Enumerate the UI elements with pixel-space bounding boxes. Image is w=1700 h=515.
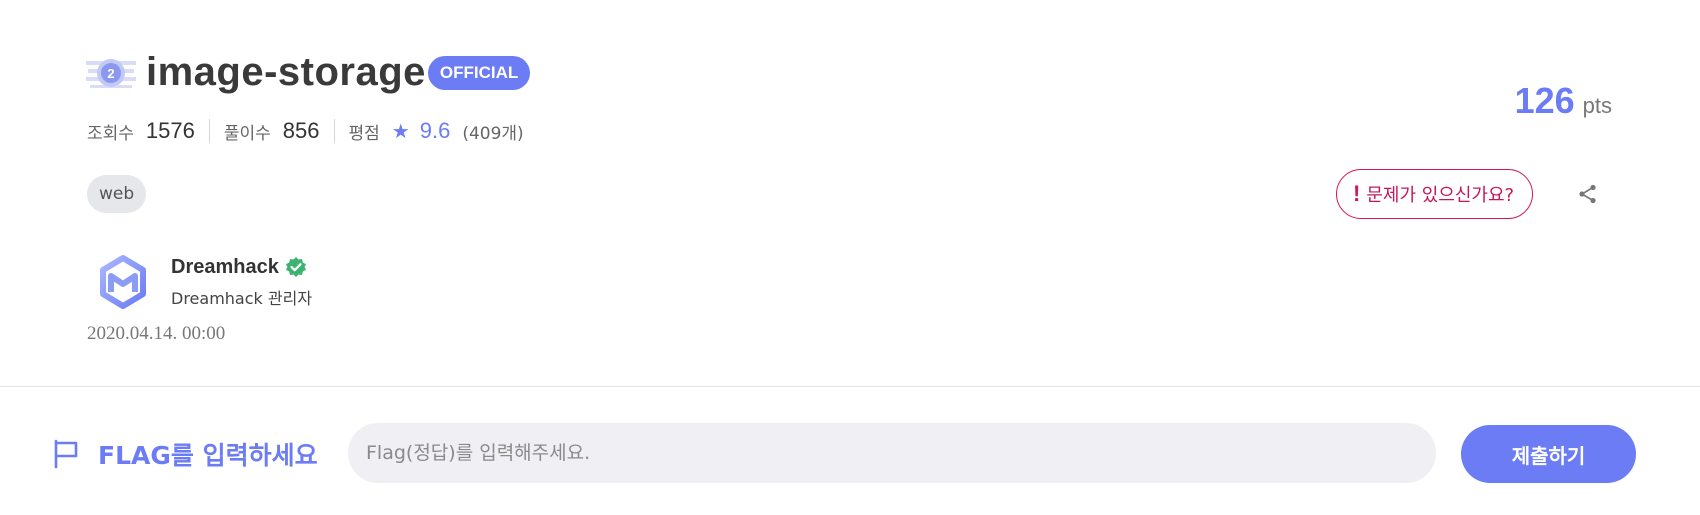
points-display: 126 pts: [1515, 80, 1612, 122]
flag-form-label: FLAG를 입력하세요: [52, 436, 318, 472]
challenge-page: 2 image-storage OFFICIAL 조회수 1576 풀이수 85…: [0, 0, 1700, 515]
challenge-title: image-storage: [146, 50, 426, 94]
rating-label: 평점: [348, 123, 380, 144]
submit-flag-button[interactable]: 제출하기: [1461, 425, 1636, 483]
author-name[interactable]: Dreamhack: [171, 256, 279, 279]
challenge-stats: 조회수 1576 풀이수 856 평점 ★ 9.6 (409개): [87, 116, 524, 146]
flag-input[interactable]: [348, 423, 1436, 483]
exclamation-icon: !: [1353, 181, 1361, 206]
author-name-row: Dreamhack: [171, 256, 312, 279]
rating-count: (409개): [462, 123, 524, 144]
points-value: 126: [1514, 80, 1575, 121]
stat-divider: [208, 119, 210, 143]
tag-web[interactable]: web: [87, 175, 147, 213]
solves-label: 풀이수: [223, 123, 271, 144]
rating-value: 9.6: [419, 118, 451, 143]
official-badge: OFFICIAL: [427, 55, 531, 90]
verified-badge-icon: [285, 257, 306, 277]
author-card[interactable]: Dreamhack Dreamhack 관리자: [95, 254, 312, 310]
share-icon[interactable]: [1577, 183, 1599, 205]
report-issue-button[interactable]: ! 문제가 있으신가요?: [1336, 169, 1534, 219]
author-info: Dreamhack Dreamhack 관리자: [171, 256, 312, 309]
views-label: 조회수: [87, 123, 134, 144]
dreamhack-logo-icon: [100, 255, 146, 309]
views-count: 1576: [145, 118, 195, 143]
author-role: Dreamhack 관리자: [171, 288, 313, 308]
report-issue-label: 문제가 있으신가요?: [1366, 185, 1515, 206]
flag-label-text: FLAG를 입력하세요: [98, 441, 318, 470]
svg-text:2: 2: [107, 66, 114, 81]
section-divider: [0, 386, 1700, 387]
star-icon: ★: [391, 119, 410, 143]
solves-count: 856: [282, 118, 320, 143]
level-2-badge-icon: 2: [86, 58, 136, 88]
created-date: 2020.04.14. 00:00: [87, 323, 226, 344]
stat-divider: [333, 119, 335, 143]
flag-icon: [54, 439, 78, 469]
title-row: 2 image-storage OFFICIAL: [86, 50, 531, 95]
points-unit: pts: [1582, 93, 1612, 118]
